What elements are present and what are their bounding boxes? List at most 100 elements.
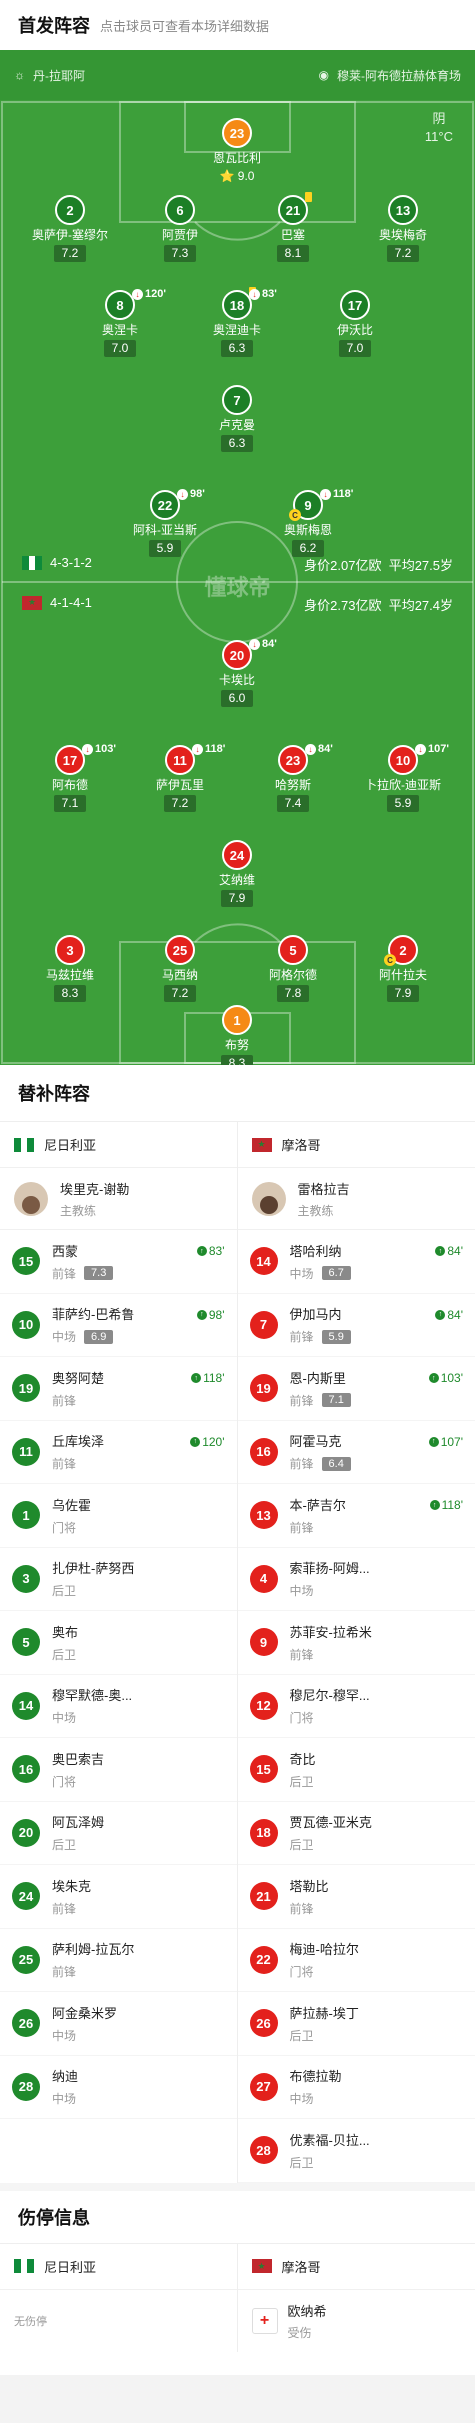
lineup-title: 首发阵容 <box>18 16 90 36</box>
sub-player-row[interactable]: 20 阿瓦泽姆 后卫 <box>0 1802 237 1865</box>
player-name: 艾纳维 <box>218 873 255 887</box>
home-player[interactable]: 23 恩瓦比利 ⭐ 9.0 <box>177 118 297 185</box>
player-rating: 7.3 <box>163 245 197 262</box>
injured-player[interactable]: + 欧纳希 受伤 <box>238 2290 475 2352</box>
sub-out-icon: ↓ <box>82 743 93 755</box>
home-player[interactable]: 22 ↓ 98' 阿科-亚当斯 5.9 <box>105 488 225 557</box>
sub-player-row[interactable]: 5 奥布 后卫 <box>0 1611 237 1675</box>
coach-role: 主教练 <box>60 1203 97 1218</box>
sub-player-row[interactable]: 19 奥努阿楚 前锋 ↑ 118' <box>0 1357 237 1421</box>
sub-in-icon: ↑ <box>190 1436 201 1447</box>
sub-player-row[interactable]: 1 乌佐霍 门将 <box>0 1484 237 1548</box>
sub-player-row[interactable]: 26 萨拉赫-埃丁 后卫 <box>237 1992 475 2056</box>
substitution-off: ↓ 103' <box>82 743 116 755</box>
away-player[interactable]: 3 马兹拉维 8.3 <box>10 935 130 1002</box>
sub-player-name: 塔勒比 <box>289 1878 329 1894</box>
sub-player-row[interactable]: 19 恩-内斯里 前锋 7.1 ↑ 103' <box>237 1357 475 1421</box>
home-formation: 4-3-1-2 <box>50 555 92 570</box>
home-player[interactable]: 2 奥萨伊-塞缪尔 7.2 <box>10 195 130 262</box>
away-subs-team-name: 摩洛哥 <box>281 1138 321 1153</box>
sub-player-row[interactable]: 14 塔哈利纳 中场 6.7 ↑ 84' <box>237 1230 475 1294</box>
player-name: 阿科-亚当斯 <box>133 523 197 537</box>
home-coach[interactable]: 埃里克-谢勒 主教练 <box>0 1168 237 1230</box>
medical-icon: + <box>251 2307 278 2334</box>
sub-player-row[interactable]: 22 梅迪-哈拉尔 门将 <box>237 1929 475 1992</box>
sub-player-row[interactable]: 12 穆尼尔-穆罕... 门将 <box>237 1675 475 1738</box>
sub-minute: 118' <box>333 488 354 500</box>
player-number: 7 <box>222 385 252 415</box>
sub-player-row[interactable]: 10 菲萨约-巴希鲁 中场 6.9 ↑ 98' <box>0 1294 237 1357</box>
away-injury-team: ★ 摩洛哥 <box>237 2244 475 2290</box>
player-name: 巴塞 <box>280 228 305 242</box>
sub-player-row[interactable]: 3 扎伊杜-萨努西 后卫 <box>0 1548 237 1611</box>
sub-player-row[interactable]: 21 塔勒比前锋 <box>237 1865 475 1929</box>
player-rating: 7.9 <box>220 890 254 907</box>
sub-player-row[interactable]: 7 伊加马内 前锋 5.9 ↑ 84' <box>237 1294 475 1357</box>
player-rating: 7.2 <box>53 245 87 262</box>
away-player[interactable]: 17 ↓ 103' 阿布德 7.1 <box>10 743 130 812</box>
sub-player-rating: 7.1 <box>321 1393 351 1408</box>
sub-player-row[interactable]: 11 丘库埃泽 前锋 ↑ 120' <box>0 1421 237 1484</box>
home-player[interactable]: 21 巴塞 8.1 <box>233 192 353 262</box>
home-player[interactable]: 8 ↓ 120' 奥涅卡 7.0 <box>60 288 180 357</box>
sub-player-row[interactable]: 28 纳迪 中场 <box>0 2056 237 2119</box>
injuries-title: 伤停信息 <box>0 2182 475 2243</box>
sub-player-position: 前锋 <box>289 1901 314 1916</box>
player-number: 21 <box>278 192 312 225</box>
sub-player-row[interactable]: 26 阿金桑米罗 中场 <box>0 1992 237 2056</box>
player-rating: 7.1 <box>53 795 87 812</box>
away-player[interactable]: 25 马西纳 7.2 <box>120 935 240 1002</box>
sub-in-icon: ↑ <box>429 1500 440 1510</box>
home-player[interactable]: 9 C ↓ 118' 奥斯梅恩 6.2 <box>248 488 368 557</box>
home-player[interactable]: 17 伊沃比 7.0 <box>295 290 415 357</box>
player-name: 奥涅卡 <box>101 323 138 337</box>
home-player[interactable]: 7 卢克曼 6.3 <box>177 385 297 452</box>
away-player[interactable]: 2 C 阿什拉夫 7.9 <box>343 935 463 1002</box>
sub-player-row[interactable]: 14 穆罕默德-奥... 中场 <box>0 1675 237 1738</box>
home-player[interactable]: 18 ↓ 83' 奥涅迪卡 6.3 <box>177 287 297 357</box>
sub-minute: 103' <box>95 743 116 755</box>
away-player[interactable]: 23 ↓ 84' 哈努斯 7.4 <box>233 743 353 812</box>
sub-player-row[interactable]: 13 本-萨吉尔 前锋 ↑ 118' <box>237 1484 475 1548</box>
sub-player-row[interactable]: 15 奇比 后卫 <box>237 1738 475 1802</box>
sub-player-position: 后卫 <box>52 1838 77 1853</box>
sub-player-row[interactable]: 28 优素福-贝拉... 后卫 <box>237 2119 475 2183</box>
home-player[interactable]: 6 阿贾伊 7.3 <box>120 195 240 262</box>
sub-player-row[interactable]: 27 布德拉勒 中场 <box>237 2056 475 2119</box>
sub-in-icon: ↑ <box>196 1309 207 1320</box>
sub-player-position: 中场 <box>52 2028 77 2043</box>
sub-player-row[interactable]: 4 索菲扬-阿姆... 中场 <box>237 1548 475 1611</box>
away-player[interactable]: 1 布努 8.3 <box>177 1005 297 1065</box>
home-player[interactable]: 13 奥埃梅奇 7.2 <box>343 195 463 262</box>
sub-player-number: 16 <box>249 1437 278 1466</box>
substitution-off: ↓ 84' <box>249 638 277 650</box>
nigeria-flag-icon <box>14 2259 35 2273</box>
away-player[interactable]: 24 艾纳维 7.9 <box>177 840 297 907</box>
substitution-off: ↓ 118' <box>320 488 353 500</box>
sub-player-row[interactable]: 16 阿霍马克 前锋 6.4 ↑ 107' <box>237 1421 475 1484</box>
sub-player-row[interactable]: 18 贾瓦德-亚米克 后卫 <box>237 1802 475 1865</box>
sub-player-row[interactable]: 16 奥巴索吉 门将 <box>0 1738 237 1802</box>
sub-player-row[interactable]: 15 西蒙 前锋 7.3 ↑ 83' <box>0 1230 237 1294</box>
sub-player-number: 21 <box>249 1882 278 1911</box>
sub-player-rating: 6.9 <box>84 1329 114 1344</box>
away-player[interactable]: 5 阿格尔德 7.8 <box>233 935 353 1002</box>
sub-player-row[interactable]: 24 埃朱克 前锋 <box>0 1865 237 1929</box>
sub-player-number: 5 <box>12 1628 40 1657</box>
sub-player-row[interactable]: 9 苏菲安-拉希米 前锋 <box>237 1611 475 1675</box>
sub-out-icon: ↓ <box>249 638 260 650</box>
sub-player-position: 前锋 <box>289 1393 314 1408</box>
sub-player-name: 丘库埃泽 <box>52 1434 105 1450</box>
sub-player-position: 后卫 <box>289 1774 314 1789</box>
sub-player-row[interactable]: 25 萨利姆-拉瓦尔 前锋 <box>0 1929 237 1992</box>
away-subs-team[interactable]: ★ 摩洛哥 <box>237 1122 475 1168</box>
away-player[interactable]: 10 ↓ 107' 卜拉欣-迪亚斯 5.9 <box>343 743 463 812</box>
away-player[interactable]: 11 ↓ 118' 萨伊瓦里 7.2 <box>120 743 240 812</box>
player-name: 伊沃比 <box>336 323 373 337</box>
player-name: 马兹拉维 <box>45 968 94 982</box>
away-coach[interactable]: 雷格拉吉 主教练 <box>237 1168 475 1230</box>
home-subs-team[interactable]: 尼日利亚 <box>0 1122 237 1168</box>
player-name: 阿贾伊 <box>161 228 198 242</box>
away-player[interactable]: 20 ↓ 84' 卡埃比 6.0 <box>177 638 297 707</box>
sub-player-number: 14 <box>249 1247 278 1276</box>
